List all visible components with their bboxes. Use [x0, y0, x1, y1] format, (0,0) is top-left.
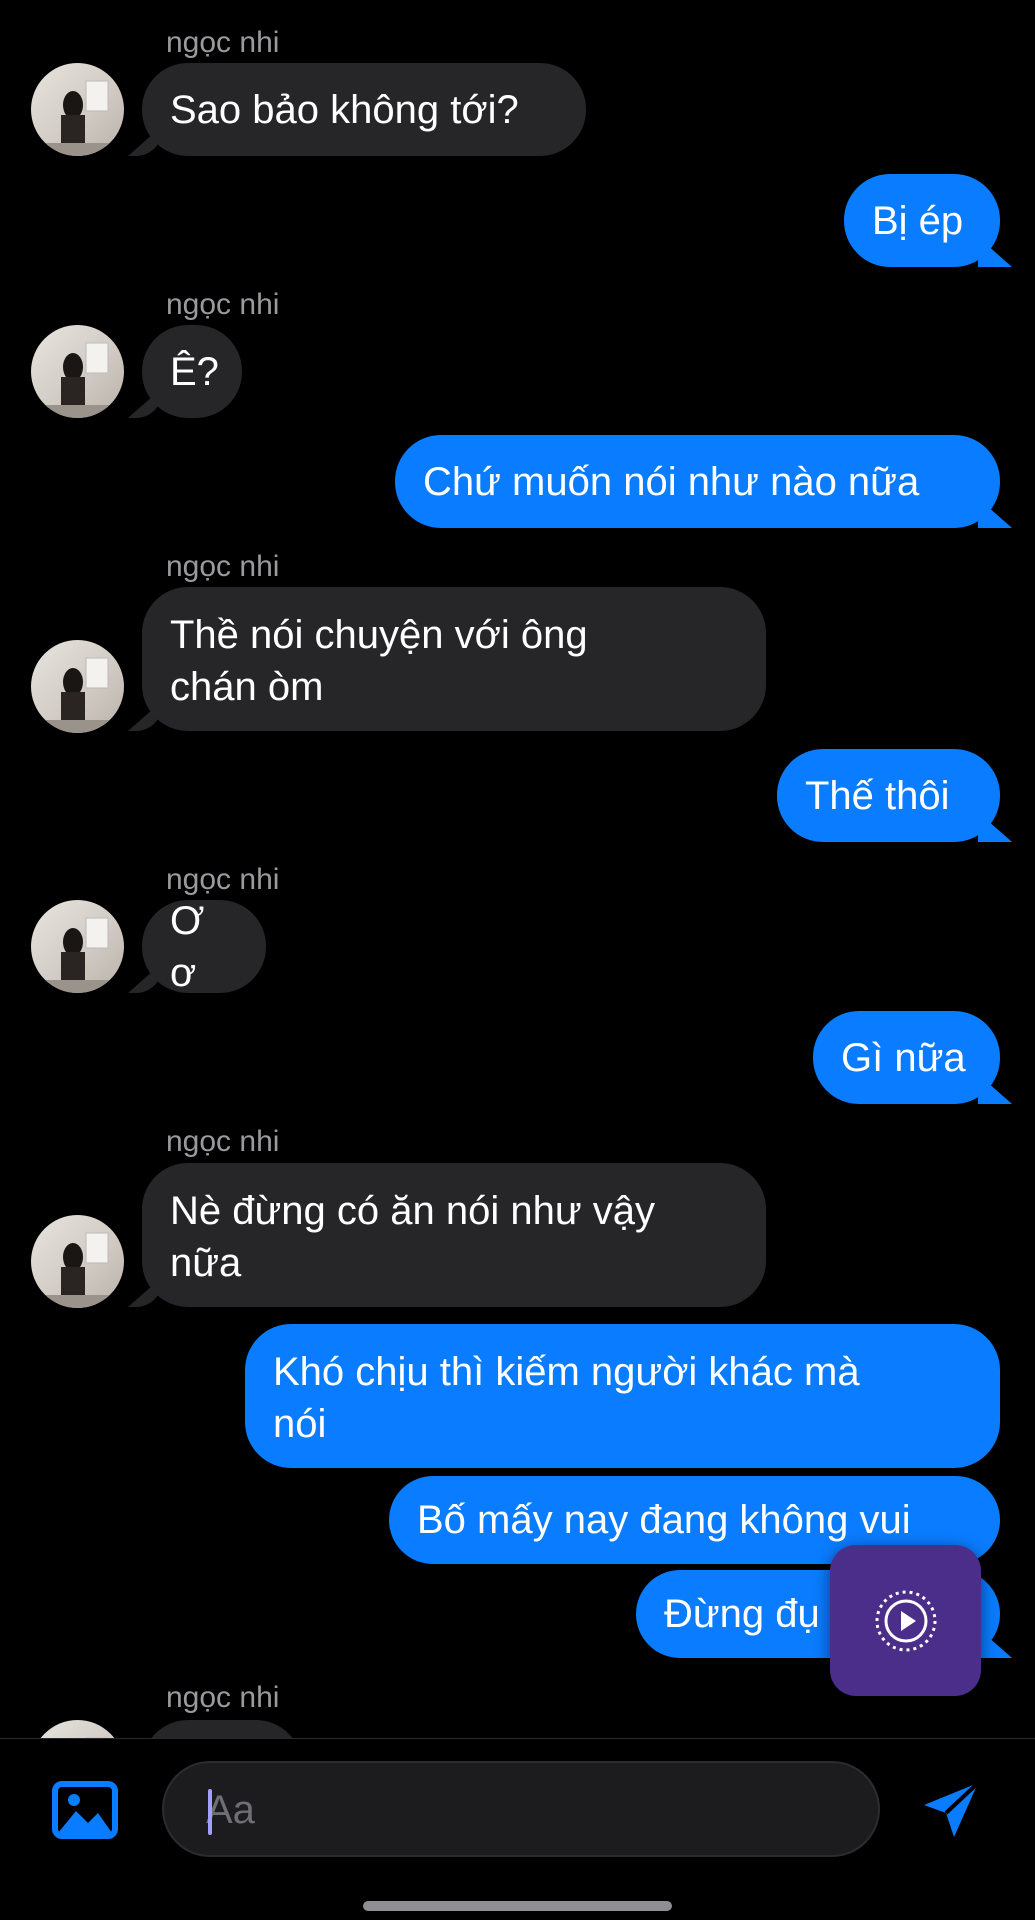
avatar-photo — [31, 657, 124, 733]
home-indicator[interactable] — [363, 1901, 672, 1911]
avatar-photo — [31, 342, 124, 418]
outgoing-message[interactable]: Thế thôi — [777, 749, 1000, 842]
avatar-photo — [31, 80, 124, 156]
incoming-message[interactable]: Thề nói chuyện với ông chán òm — [142, 587, 766, 731]
sender-name: ngọc nhi — [166, 26, 280, 59]
avatar[interactable] — [31, 63, 124, 156]
incoming-message[interactable]: Sao bảo không tới? — [142, 63, 586, 156]
message-input-container[interactable] — [162, 1761, 880, 1857]
composer-bar — [0, 1738, 1035, 1920]
send-icon — [924, 1781, 980, 1837]
incoming-message[interactable]: Ê? — [142, 325, 242, 418]
send-button[interactable] — [920, 1779, 982, 1841]
avatar[interactable] — [31, 1720, 124, 1738]
incoming-message[interactable] — [142, 1720, 302, 1738]
avatar-photo — [31, 917, 124, 993]
sender-name: ngọc nhi — [166, 1125, 280, 1158]
avatar[interactable] — [31, 640, 124, 733]
photo-button[interactable] — [52, 1781, 118, 1839]
outgoing-message[interactable]: Chứ muốn nói như nào nữa — [395, 435, 1000, 528]
avatar-photo — [85, 1737, 109, 1738]
message-input[interactable] — [204, 1763, 848, 1857]
incoming-message[interactable]: Nè đừng có ăn nói như vậy nữa — [142, 1163, 766, 1307]
avatar[interactable] — [31, 325, 124, 418]
incoming-message[interactable]: Ơ ơ — [142, 899, 266, 995]
sender-name: ngọc nhi — [166, 550, 280, 583]
play-circle-icon — [875, 1590, 936, 1651]
outgoing-message[interactable]: Khó chịu thì kiếm người khác mà nói — [245, 1324, 1000, 1468]
sender-name: ngọc nhi — [166, 863, 280, 896]
avatar[interactable] — [31, 900, 124, 993]
message-list[interactable]: ngọc nhi Sao bảo không tới? Bị ép ngọc n… — [0, 0, 1035, 1738]
outgoing-message[interactable]: Bị ép — [844, 174, 1000, 267]
sender-name: ngọc nhi — [166, 288, 280, 321]
sender-name: ngọc nhi — [166, 1681, 280, 1714]
avatar-photo — [31, 1232, 124, 1308]
avatar[interactable] — [31, 1215, 124, 1308]
outgoing-message[interactable]: Gì nữa — [813, 1011, 1000, 1104]
text-caret — [208, 1789, 212, 1835]
floating-video-button[interactable] — [830, 1545, 981, 1696]
image-icon — [52, 1781, 118, 1839]
